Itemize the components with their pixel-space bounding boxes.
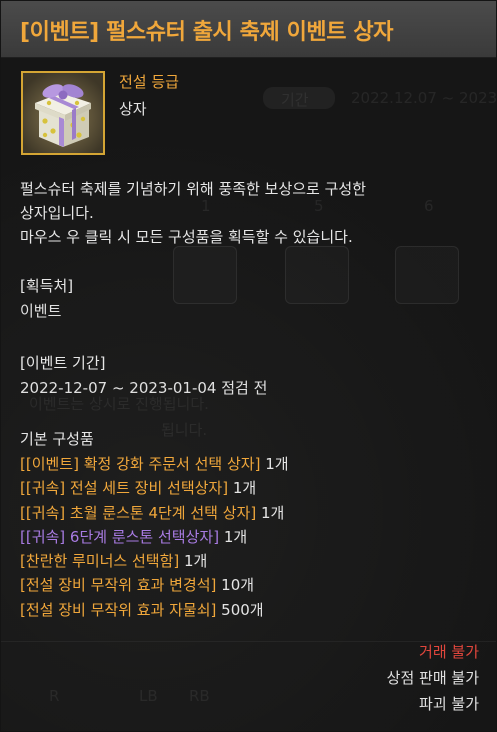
bg-date: 2022.12.07 ~ 2023 xyxy=(351,89,497,107)
contents-item-qty: 1개 xyxy=(256,503,285,522)
contents-item-name[interactable]: [전설 장비 무작위 효과 자물쇠] xyxy=(20,601,216,619)
item-type: 상자 xyxy=(119,100,147,118)
contents-item: [[귀속] 전설 세트 장비 선택상자] 1개 xyxy=(20,476,490,500)
bg-button-r: R xyxy=(49,687,60,705)
gift-box-icon xyxy=(23,73,103,153)
trade-restriction: 거래 불가 xyxy=(419,643,479,661)
item-grade: 전설 등급 xyxy=(119,73,179,91)
shop-sell-restriction: 상점 판매 불가 xyxy=(386,669,479,687)
contents-item-name[interactable]: [찬란한 루미너스 선택함] xyxy=(20,552,179,570)
contents-item-name[interactable]: [[귀속] 초월 룬스톤 4단계 선택 상자] xyxy=(20,504,256,522)
bg-slot-3 xyxy=(395,246,459,304)
bg-button-lb: LB xyxy=(139,687,158,705)
item-icon-frame xyxy=(21,71,105,155)
destroy-restriction: 파괴 불가 xyxy=(419,695,479,713)
description-line: 마우스 우 클릭 시 모든 구성품을 획득할 수 있습니다. xyxy=(20,228,353,246)
source-heading: [획득처] xyxy=(20,277,74,295)
source-value: 이벤트 xyxy=(20,302,62,320)
description-line: 펄스슈터 축제를 기념하기 위해 풍족한 보상으로 구성한 xyxy=(20,180,367,198)
title-bar: [이벤트] 펄스슈터 출시 축제 이벤트 상자 xyxy=(1,1,496,58)
description-line: 상자입니다. xyxy=(20,204,94,222)
contents-item: [전설 장비 무작위 효과 자물쇠] 500개 xyxy=(20,598,490,622)
contents-item-qty: 1개 xyxy=(260,455,289,473)
bg-notice-2: 됩니다. xyxy=(161,421,208,439)
contents-item-name[interactable]: [[이벤트] 확정 강화 주문서 선택 상자] xyxy=(20,455,260,473)
item-tooltip: 기간 2022.12.07 ~ 2023 1 5 6 이벤트는 상시로 진행됩니… xyxy=(0,0,497,732)
contents-item: [찬란한 루미너스 선택함] 1개 xyxy=(20,549,490,573)
contents-item-qty: 1개 xyxy=(219,527,248,546)
contents-item: [전설 장비 무작위 효과 변경석] 10개 xyxy=(20,573,490,597)
contents-heading: 기본 구성품 xyxy=(20,430,94,448)
contents-list: [[이벤트] 확정 강화 주문서 선택 상자] 1개 [[귀속] 전설 세트 장… xyxy=(20,452,490,622)
period-heading: [이벤트 기간] xyxy=(20,354,106,372)
contents-item: [[이벤트] 확정 강화 주문서 선택 상자] 1개 xyxy=(20,452,490,476)
contents-item: [[귀속] 6단계 룬스톤 선택상자] 1개 xyxy=(20,525,490,549)
contents-item-qty: 500개 xyxy=(216,600,264,619)
item-description: 펄스슈터 축제를 기념하기 위해 풍족한 보상으로 구성한 상자입니다. 마우스… xyxy=(20,177,480,249)
contents-item-qty: 1개 xyxy=(179,552,208,571)
bg-slot-1 xyxy=(173,246,237,304)
contents-item: [[귀속] 초월 룬스톤 4단계 선택 상자] 1개 xyxy=(20,501,490,525)
period-value: 2022-12-07 ~ 2023-01-04 점검 전 xyxy=(20,379,268,397)
contents-item-name[interactable]: [[귀속] 6단계 룬스톤 선택상자] xyxy=(20,528,219,546)
bg-slot-2 xyxy=(285,246,349,304)
bg-button-rb: RB xyxy=(189,687,210,705)
item-title: [이벤트] 펄스슈터 출시 축제 이벤트 상자 xyxy=(20,20,394,45)
contents-item-qty: 1개 xyxy=(228,479,257,498)
bg-tab-label: 기간 xyxy=(281,91,309,109)
contents-item-name[interactable]: [전설 장비 무작위 효과 변경석] xyxy=(20,576,216,594)
contents-item-qty: 10개 xyxy=(216,576,255,595)
contents-item-name[interactable]: [[귀속] 전설 세트 장비 선택상자] xyxy=(20,479,228,497)
